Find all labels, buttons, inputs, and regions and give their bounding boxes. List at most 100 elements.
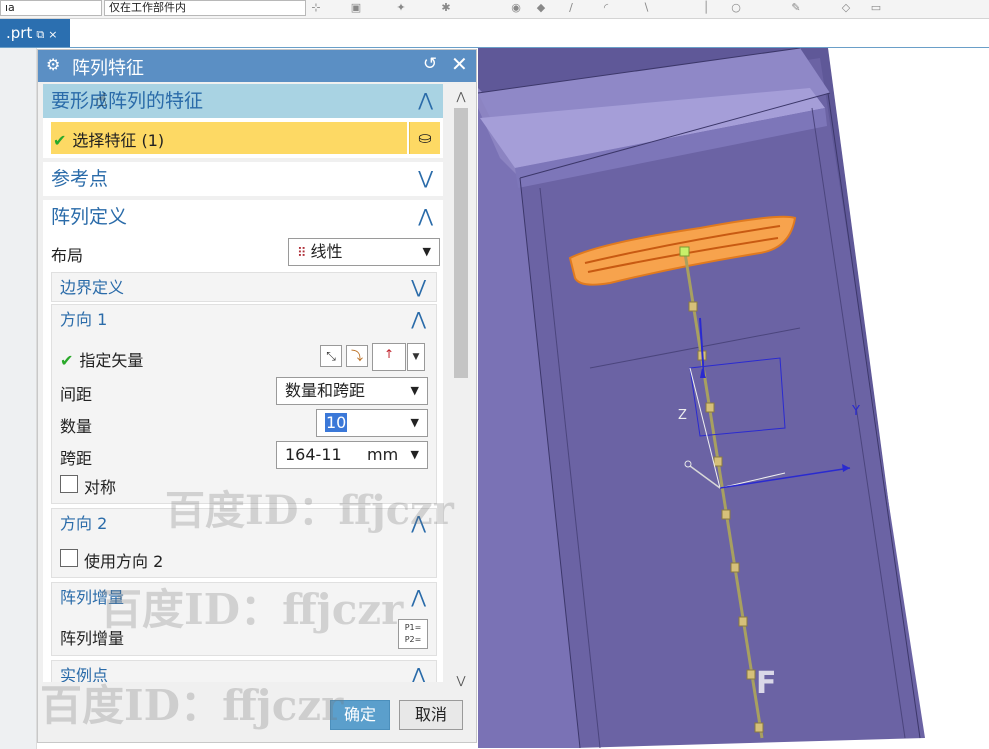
linear-layout-icon: ⠿ [297,246,307,261]
boundary-header[interactable]: 边界定义 ⋁ [52,273,436,303]
span-value: 164-11 [285,445,342,464]
select-feature-label: 选择特征 (1) [72,131,165,150]
count-input[interactable]: 10 ▼ [316,409,428,437]
toolbar-icon[interactable]: ◜ [600,2,612,14]
chevron-down-icon[interactable]: ⋁ [418,162,433,196]
document-tab-label: .prt [6,24,33,42]
span-input[interactable]: 164-11 mm ▼ [276,441,428,469]
toolbar-icon[interactable]: ∖ [640,2,652,14]
boundary-title: 边界定义 [60,278,125,297]
filter-field[interactable]: ıa [0,0,102,16]
instance-marker [713,456,723,467]
toolbar-icon[interactable]: ◇ [840,2,852,14]
dialog-titlebar: ⚙ 阵列特征 ↺ ✕ [38,50,476,82]
section-definition-title: 阵列定义 [51,206,128,228]
layout-value: 线性 [310,242,343,261]
chevron-up-icon[interactable]: ⋀ [411,583,426,613]
chevron-up-icon[interactable]: ⋀ [418,84,433,118]
toolbar-icon[interactable]: ∕ [565,2,577,14]
vector-type-icon[interactable]: ↑ [372,343,406,371]
top-toolbar: ıa 仅在工作部件内 ⊹ ▣ ✦ ✱ ◉ ◆ ∕ ◜ ∖ │ ○ ✎ ◇ ▭ [0,0,989,19]
symmetric-label: 对称 [84,478,117,497]
instance-header[interactable]: 实例点 ⋀ [52,661,436,682]
spacing-value: 数量和跨距 [285,381,366,400]
check-icon: ✔ [53,131,67,150]
scroll-down-icon[interactable]: ⋁ [454,674,468,688]
section-pattern-definition: 阵列定义 ⋀ 布局 ⠿ 线性 ▼ 边界定义 ⋁ 方向 1 ⋀ ✔ 指定矢量 ⤡ … [43,200,443,682]
toolbar-icon[interactable]: ⊹ [310,2,322,14]
chevron-up-icon[interactable]: ⋀ [418,200,433,234]
watermark-logo: F [756,666,777,701]
instance-marker [705,402,715,413]
check-icon: ✔ [60,351,74,370]
toolbar-icon[interactable]: ◉ [510,2,522,14]
specify-vector-row: ✔ 指定矢量 [60,347,143,371]
direction1-title: 方向 1 [60,310,108,329]
increment-title: 阵列增量 [60,588,125,607]
increment-table-icon[interactable]: P1= P2= [398,619,428,649]
pin-icon[interactable]: ⧉ [36,28,44,41]
select-feature-row[interactable]: ✔ 选择特征 (1) [51,122,407,154]
reverse-direction-icon[interactable]: ⤡ [320,345,342,367]
instance-marker [746,669,756,680]
toolbar-icon[interactable]: ✱ [440,2,452,14]
instance-marker [688,301,698,312]
dropdown-arrow-icon: ▼ [422,245,431,258]
chevron-up-icon[interactable]: ⋀ [411,305,426,335]
subsection-instance-point: 实例点 ⋀ [51,660,437,682]
toolbar-icon[interactable]: ▭ [870,2,882,14]
span-label: 跨距 [60,449,93,468]
resource-bar [0,48,37,749]
reset-icon[interactable]: ↺ [423,54,437,74]
increment-label: 阵列增量 [60,629,125,648]
direction1-header[interactable]: 方向 1 ⋀ [52,305,436,335]
toolbar-icon[interactable]: ◆ [535,2,547,14]
section-reference-header[interactable]: 参考点 ⋁ [43,162,443,196]
scroll-up-icon[interactable]: ⋀ [454,90,468,104]
cancel-button[interactable]: 取消 [399,700,463,730]
toolbar-icon[interactable]: │ [700,2,712,14]
layout-dropdown[interactable]: ⠿ 线性 ▼ [288,238,440,266]
count-label: 数量 [60,417,93,436]
section-reference-title: 参考点 [51,168,109,190]
scope-field[interactable]: 仅在工作部件内 [104,0,306,16]
spacing-label: 间距 [60,385,93,404]
chevron-up-icon[interactable]: ⋀ [411,661,426,682]
use-direction2-label: 使用方向 2 [84,552,164,571]
select-feature-icon[interactable]: ⛀ [409,122,440,154]
scroll-thumb[interactable] [454,108,468,378]
toolbar-icon[interactable]: ○ [730,2,742,14]
use-direction2-checkbox[interactable] [60,549,78,567]
specify-vector-label: 指定矢量 [79,351,144,370]
document-tab[interactable]: .prt ⧉ × [0,19,70,47]
layout-label: 布局 [51,246,84,265]
instance-marker [730,562,740,573]
dialog-scrollbar[interactable]: ⋀ ⋁ [450,82,472,692]
vector-dropdown-icon[interactable]: ▼ [407,343,425,371]
toolbar-icon[interactable]: ▣ [350,2,362,14]
subsection-boundary: 边界定义 ⋁ [51,272,437,302]
gear-icon: ⚙ [46,55,61,74]
close-tab-icon[interactable]: × [48,28,57,41]
dropdown-arrow-icon: ▼ [410,448,419,461]
increment-header[interactable]: 阵列增量 ⋀ [52,583,436,613]
spacing-dropdown[interactable]: 数量和跨距 ▼ [276,377,428,405]
chevron-down-icon[interactable]: ⋁ [411,273,426,303]
dropdown-arrow-icon: ▼ [410,384,419,397]
toolbar-icon[interactable]: ✎ [790,2,802,14]
symmetric-checkbox[interactable] [60,475,78,493]
chevron-up-icon[interactable]: ⋀ [411,509,426,539]
subsection-increment: 阵列增量 ⋀ 阵列增量 P1= P2= [51,582,437,656]
section-definition-header[interactable]: 阵列定义 ⋀ [43,200,443,234]
toolbar-icon[interactable]: ✦ [395,2,407,14]
subsection-direction-1: 方向 1 ⋀ ✔ 指定矢量 ⤡ ⤵ ↑ ▼ 间距 数量和跨距 ▼ 数量 10 ▼… [51,304,437,504]
instance-marker [679,246,690,257]
hand-cursor-icon: ☝ [96,90,107,111]
direction2-header[interactable]: 方向 2 ⋀ [52,509,436,539]
span-unit: mm [367,445,399,464]
close-icon[interactable]: ✕ [451,52,468,76]
vector-dialog-icon[interactable]: ⤵ [346,345,368,367]
ok-button[interactable]: 确定 [330,700,390,730]
instance-marker [738,616,748,627]
instance-marker [754,722,764,733]
